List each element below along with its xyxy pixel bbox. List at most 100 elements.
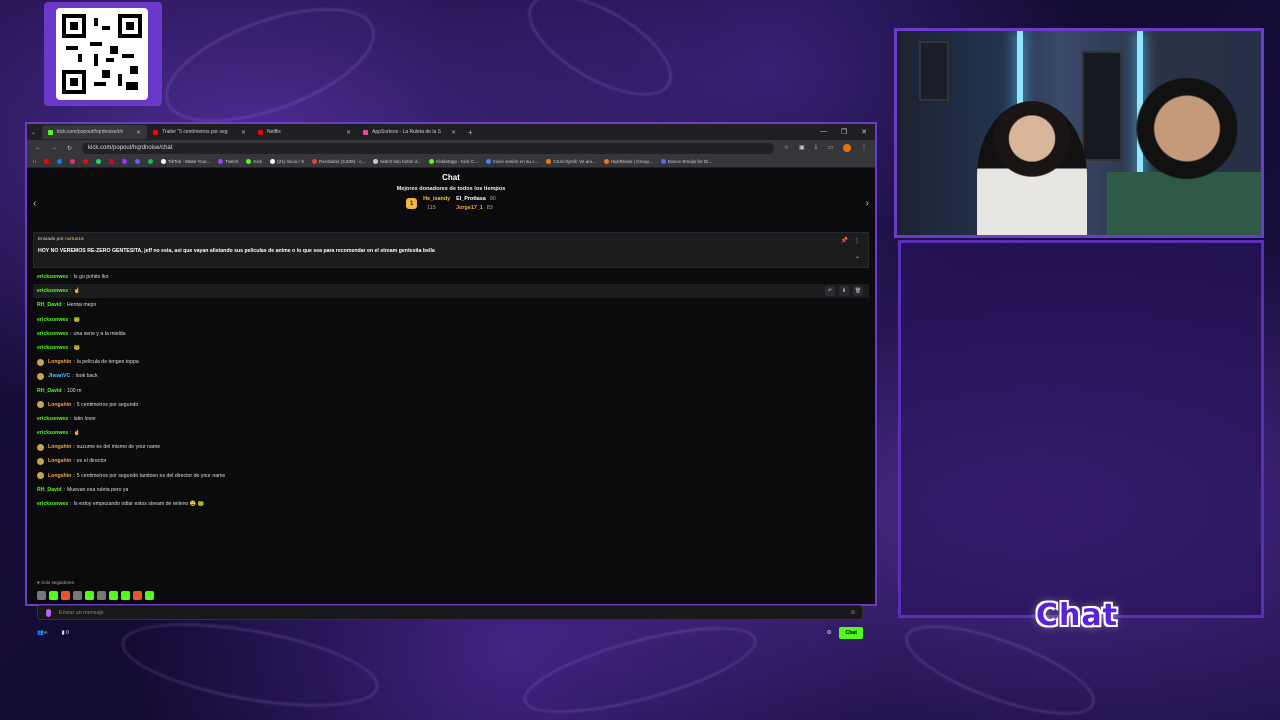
chat-message[interactable]: ericksonwes: una serie y a la mielda (37, 327, 865, 341)
close-window-icon[interactable]: ✕ (861, 128, 867, 136)
chat-username[interactable]: Longshin (48, 398, 71, 412)
chat-message[interactable]: ericksonwes: Is go pohito lko (37, 270, 865, 284)
chat-username[interactable]: ericksonwes (37, 426, 68, 440)
profile-avatar[interactable] (843, 144, 851, 152)
bookmark-item[interactable]: Dance Emojis for Di... (660, 159, 712, 164)
maximize-icon[interactable]: ❐ (841, 128, 847, 136)
chat-username[interactable]: ericksonwes (37, 497, 68, 511)
donor-name[interactable]: El_Prottasa (456, 196, 486, 202)
back-icon[interactable]: ← (35, 145, 41, 151)
chat-message[interactable]: ericksonwes: Is estoy empezando odiar est… (37, 497, 865, 511)
split-view-icon[interactable]: ▭ (827, 144, 833, 152)
pinned-by-user[interactable]: nortus18 (65, 237, 84, 242)
tab-trailer[interactable]: Trailer "5 centímetros por seg ✕ (147, 125, 252, 139)
chat-username[interactable]: Longshin (48, 469, 71, 483)
reload-icon[interactable]: ↻ (67, 145, 72, 152)
bookmark-item[interactable]: twitch bito botón d... (373, 159, 421, 164)
facebook-bookmark-icon[interactable] (56, 159, 62, 164)
emote-button[interactable] (97, 591, 106, 600)
menu-icon[interactable]: ⋮ (861, 144, 867, 152)
donor-name[interactable]: He_isandy (423, 196, 450, 202)
chat-message[interactable]: RH_David: Muevan esa ruleta pero ya (37, 483, 865, 497)
emoji-picker-icon[interactable]: ☺ (850, 610, 856, 616)
close-icon[interactable]: ✕ (136, 129, 141, 136)
chat-username[interactable]: ericksonwes (37, 270, 68, 284)
chat-username[interactable]: ericksonwes (37, 341, 68, 355)
chat-username[interactable]: ericksonwes (37, 412, 68, 426)
chat-message[interactable]: ericksonwes: 🐸 (37, 341, 865, 355)
bookmark-item[interactable]: HqrdNoise | Group... (603, 159, 653, 164)
emote-button[interactable] (85, 591, 94, 600)
carousel-next-icon[interactable]: › (866, 198, 869, 209)
carousel-prev-icon[interactable]: ‹ (33, 198, 36, 209)
chat-username[interactable]: RH_David (37, 483, 62, 497)
forward-icon[interactable]: → (51, 145, 57, 151)
emote-button[interactable] (49, 591, 58, 600)
apps-icon[interactable]: ⁝⁝ (33, 159, 36, 165)
emote-button[interactable] (145, 591, 154, 600)
bookmark-item[interactable]: Kick (246, 159, 262, 164)
settings-gear-icon[interactable]: ⚙ (827, 630, 832, 636)
chat-username[interactable]: RH_David (37, 384, 62, 398)
bookmark-item[interactable]: Recibidos (3,639) - c... (312, 159, 365, 164)
emote-button[interactable] (37, 591, 46, 600)
emote-button[interactable] (121, 591, 130, 600)
chat-username[interactable]: ericksonwes (37, 284, 68, 298)
bookmark-item[interactable]: (21) Inicio / X (270, 159, 304, 164)
emote-button[interactable] (133, 591, 142, 600)
close-icon[interactable]: ✕ (451, 129, 456, 136)
youtube-bookmark-icon[interactable] (82, 159, 88, 164)
chat-message[interactable]: Longshin:5 centimetros por segundo (37, 398, 865, 412)
chat-message[interactable]: JheanVC: look back (37, 369, 865, 383)
bookmark-item[interactable]: Twitch (218, 159, 238, 164)
close-icon[interactable]: ✕ (346, 129, 351, 136)
bookmark-item[interactable]: Inicie sesión en su c... (486, 159, 538, 164)
chat-message[interactable]: ericksonwes: ☝ ↶ ⬇ 🗑 (33, 284, 869, 299)
discord-bookmark-icon[interactable] (134, 159, 140, 164)
whatsapp-bookmark-icon[interactable] (95, 159, 101, 164)
chat-message[interactable]: Longshin:5 centimetros por segundo tambi… (37, 469, 865, 483)
spotify-bookmark-icon[interactable] (147, 159, 153, 164)
chat-username[interactable]: ericksonwes (37, 313, 68, 327)
chat-message[interactable]: RH_David:100 m (37, 384, 865, 398)
users-icon[interactable]: 👥∞ (37, 630, 48, 636)
bookmark-item[interactable]: TikTok - Make Your... (160, 159, 210, 164)
download-icon[interactable]: ⤓ (815, 144, 818, 152)
chevron-down-icon[interactable]: ⌄ (855, 253, 860, 260)
pinterest-bookmark-icon[interactable] (108, 159, 114, 164)
tab-kick-chat[interactable]: kick.com/popout/hqrdnoise/ch ✕ (42, 125, 148, 139)
chat-message[interactable]: ericksonwes: latin lover (37, 412, 865, 426)
instagram-bookmark-icon[interactable] (69, 159, 75, 164)
chat-send-button[interactable]: Chat (839, 627, 863, 639)
more-options-icon[interactable]: ⋮ (854, 237, 860, 244)
chat-message[interactable]: Longshin: la pelicula de tengen toppa (37, 355, 865, 369)
gift-counter[interactable]: ▮ 0 (62, 630, 69, 636)
chat-message[interactable]: ericksonwes: 🐸 (37, 313, 865, 327)
url-field[interactable]: kick.com/popout/hqrdnoise/chat (82, 142, 774, 154)
new-tab-button[interactable]: + (468, 128, 473, 137)
chat-message[interactable]: ericksonwes: ☝ (37, 426, 865, 440)
pin-icon[interactable]: 📌 (841, 237, 848, 244)
tab-netflix[interactable]: Netflix ✕ (252, 125, 357, 139)
chat-username[interactable]: Longshin (48, 355, 71, 369)
bookmark-item[interactable]: Crunchyroll: Ve ani... (546, 159, 596, 164)
chat-message[interactable]: Longshin: es el director (37, 454, 865, 468)
donor-name[interactable]: Jorge17_1 (456, 205, 483, 211)
chat-message[interactable]: RH_David: Hentai mejor (37, 298, 865, 312)
chat-input[interactable]: Enviar un mensaje ☺ (37, 605, 863, 620)
chat-username[interactable]: Longshin (48, 454, 71, 468)
chat-username[interactable]: Longshin (48, 440, 71, 454)
emote-button[interactable] (73, 591, 82, 600)
chat-username[interactable]: RH_David (37, 298, 62, 312)
messenger-bookmark-icon[interactable] (121, 159, 127, 164)
tab-appsorteos[interactable]: AppSorteos - La Ruleta de la S ✕ (357, 125, 462, 139)
close-icon[interactable]: ✕ (241, 129, 246, 136)
emote-button[interactable] (61, 591, 70, 600)
chat-username[interactable]: ericksonwes (37, 327, 68, 341)
chat-message[interactable]: Longshin: suzume es del mismo de your nam… (37, 440, 865, 454)
youtube-bookmark-icon[interactable] (43, 159, 49, 164)
star-icon[interactable]: ☆ (784, 144, 789, 152)
pin-icon[interactable]: ⬇ (839, 286, 849, 297)
reply-icon[interactable]: ↶ (825, 286, 835, 297)
delete-icon[interactable]: 🗑 (853, 286, 863, 297)
